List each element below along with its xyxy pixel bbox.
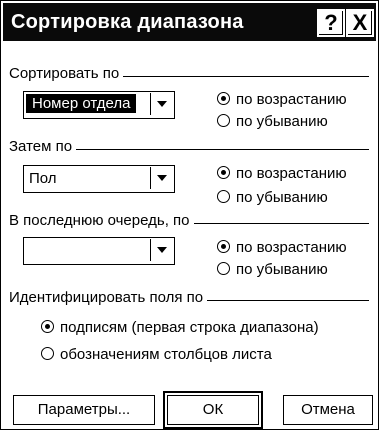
chevron-down-icon[interactable] bbox=[150, 167, 173, 189]
identify-headers-radio[interactable]: подписям (первая строка диапазона) bbox=[41, 319, 319, 336]
title-bar: Сортировка диапазона ? X bbox=[3, 3, 376, 41]
last-by-asc-radio[interactable]: по возрастанию bbox=[217, 239, 347, 256]
then-by-desc-label: по убыванию bbox=[236, 189, 328, 206]
sort-by-field-value: Номер отдела bbox=[26, 94, 137, 113]
last-by-field-select[interactable] bbox=[23, 237, 175, 265]
last-by-desc-label: по убыванию bbox=[236, 261, 328, 278]
radio-unselected-icon bbox=[217, 262, 230, 275]
ok-button[interactable]: ОК bbox=[163, 391, 263, 429]
last-by-desc-radio[interactable]: по убыванию bbox=[217, 261, 328, 278]
radio-unselected-icon bbox=[41, 347, 54, 360]
then-by-asc-label: по возрастанию bbox=[236, 165, 347, 182]
group-identify-label: Идентифицировать поля по bbox=[9, 289, 208, 306]
radio-selected-icon bbox=[41, 320, 54, 333]
dialog-title: Сортировка диапазона bbox=[11, 11, 244, 33]
options-button[interactable]: Параметры... bbox=[13, 395, 155, 425]
sort-range-dialog: Сортировка диапазона ? X Сортировать по … bbox=[0, 0, 379, 430]
chevron-down-icon[interactable] bbox=[150, 239, 173, 261]
last-by-asc-label: по возрастанию bbox=[236, 239, 347, 256]
radio-unselected-icon bbox=[217, 190, 230, 203]
radio-selected-icon bbox=[217, 240, 230, 253]
sort-by-field-select[interactable]: Номер отдела bbox=[23, 91, 175, 119]
group-sort-by-label: Сортировать по bbox=[9, 65, 124, 82]
group-last-by-label: В последнюю очередь, по bbox=[9, 212, 194, 229]
then-by-field-select[interactable]: Пол bbox=[23, 165, 175, 193]
chevron-down-icon[interactable] bbox=[150, 93, 173, 115]
sort-by-asc-radio[interactable]: по возрастанию bbox=[217, 91, 347, 108]
sort-by-desc-label: по убыванию bbox=[236, 113, 328, 130]
identify-columns-label: обозначениям столбцов листа bbox=[60, 346, 272, 363]
group-then-by-label: Затем по bbox=[9, 138, 77, 155]
close-button[interactable]: X bbox=[346, 9, 374, 37]
cancel-button[interactable]: Отмена bbox=[283, 395, 373, 425]
then-by-field-value: Пол bbox=[29, 170, 57, 187]
identify-columns-radio[interactable]: обозначениям столбцов листа bbox=[41, 346, 272, 363]
sort-by-asc-label: по возрастанию bbox=[236, 91, 347, 108]
radio-unselected-icon bbox=[217, 114, 230, 127]
help-button[interactable]: ? bbox=[317, 9, 345, 37]
then-by-desc-radio[interactable]: по убыванию bbox=[217, 189, 328, 206]
sort-by-desc-radio[interactable]: по убыванию bbox=[217, 113, 328, 130]
radio-selected-icon bbox=[217, 166, 230, 179]
then-by-asc-radio[interactable]: по возрастанию bbox=[217, 165, 347, 182]
radio-selected-icon bbox=[217, 92, 230, 105]
identify-headers-label: подписям (первая строка диапазона) bbox=[60, 319, 319, 336]
